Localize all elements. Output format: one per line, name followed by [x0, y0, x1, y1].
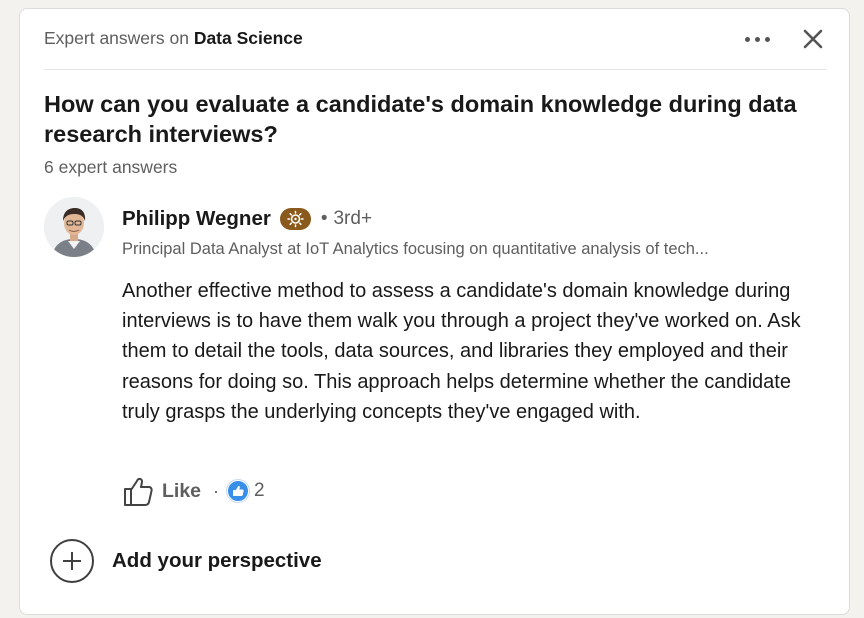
more-dot-icon	[754, 36, 760, 42]
like-label: Like	[162, 479, 202, 502]
reaction-count[interactable]: 2	[254, 480, 265, 502]
add-perspective-label: Add your perspective	[112, 549, 322, 572]
lightbulb-badge-icon[interactable]	[279, 208, 311, 230]
connection-degree: • 3rd+	[321, 208, 372, 230]
plus-circle-icon	[50, 539, 94, 583]
header-prefix: Expert answers on	[44, 28, 189, 48]
avatar[interactable]	[44, 197, 104, 257]
close-button[interactable]	[799, 25, 827, 53]
more-dot-icon	[744, 36, 750, 42]
author-name[interactable]: Philipp Wegner	[122, 207, 271, 231]
reaction-separator: ·	[213, 480, 220, 501]
like-button[interactable]: Like	[122, 475, 201, 507]
thumbs-up-icon	[124, 477, 153, 506]
add-perspective-button[interactable]: Add your perspective	[50, 539, 322, 583]
header-topic[interactable]: Data Science	[194, 28, 303, 48]
question-title: How can you evaluate a candidate's domai…	[44, 91, 797, 147]
answer-body: Another effective method to assess a can…	[122, 280, 801, 423]
person-photo-icon	[44, 197, 104, 257]
more-options-button[interactable]	[739, 27, 775, 51]
degree-separator: •	[320, 208, 328, 229]
close-icon	[803, 29, 823, 49]
author-headline: Principal Data Analyst at IoT Analytics …	[122, 240, 709, 258]
expert-answer-card: Expert answers on Data Science How can y…	[19, 8, 850, 615]
degree-label: 3rd+	[333, 208, 373, 229]
more-dot-icon	[764, 36, 770, 42]
answer-actions: Like · 2	[122, 473, 265, 509]
like-reaction-icon[interactable]	[227, 480, 250, 502]
answers-count[interactable]: 6 expert answers	[44, 157, 177, 178]
author-line: Philipp Wegner • 3rd+	[122, 207, 372, 231]
card-header: Expert answers on Data Science	[44, 9, 827, 70]
header-title: Expert answers on Data Science	[44, 28, 303, 49]
